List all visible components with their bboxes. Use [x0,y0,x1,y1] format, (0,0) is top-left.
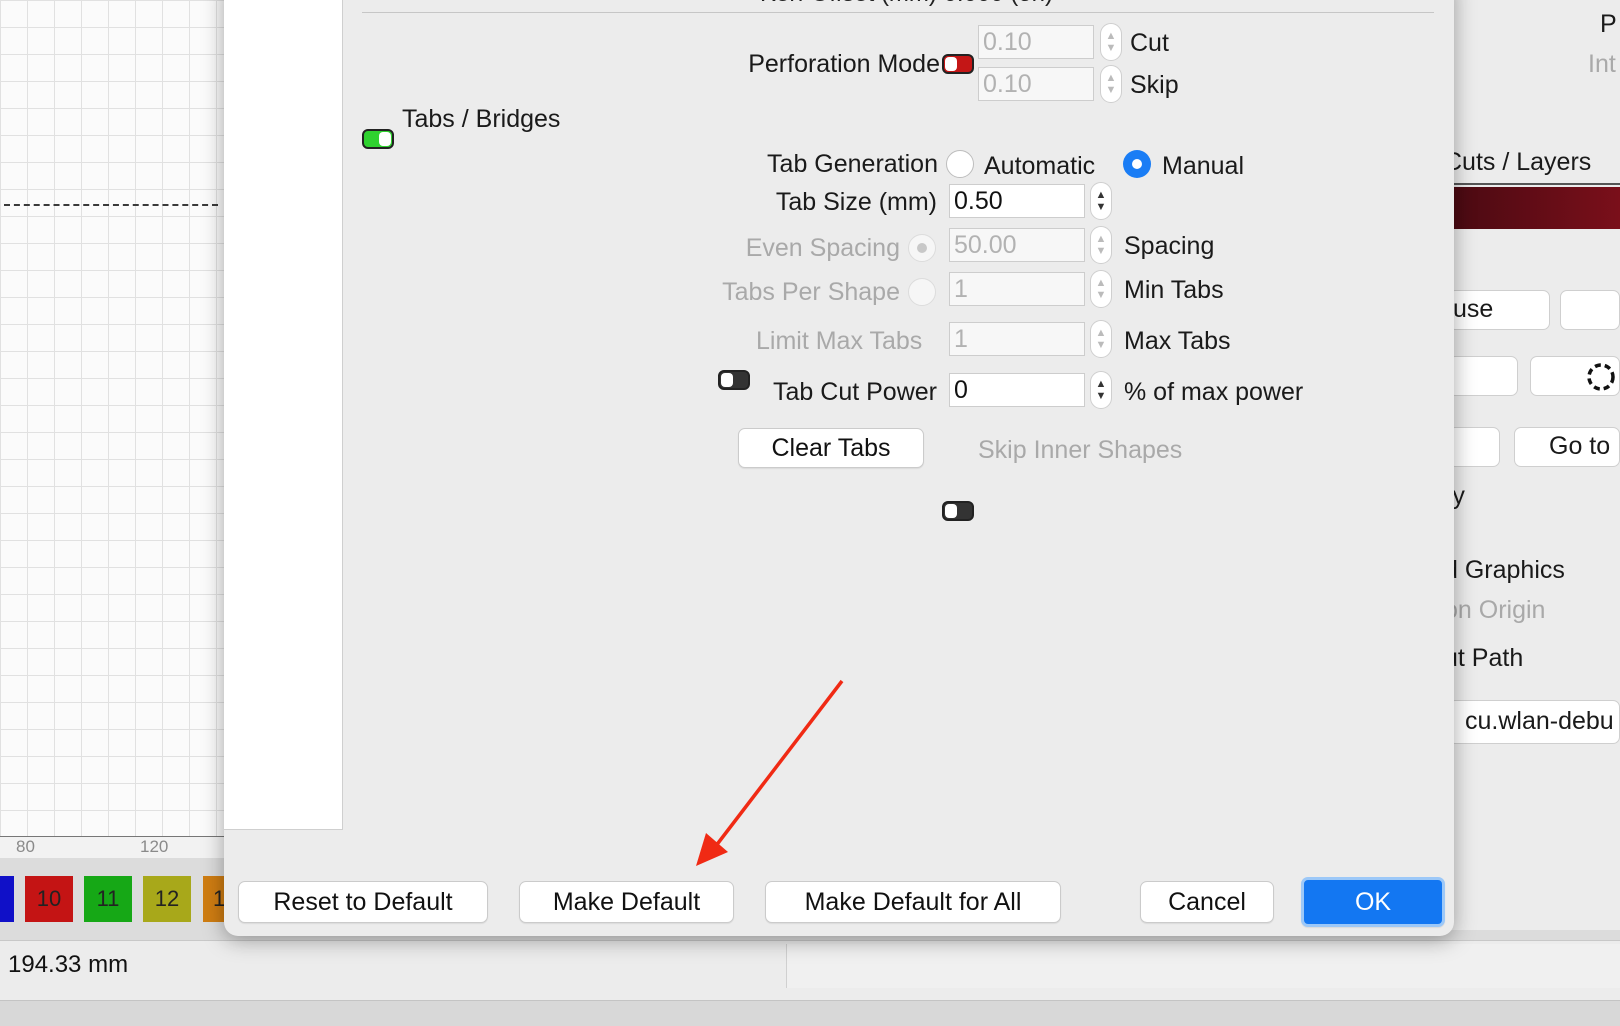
annotation-arrow-icon [696,679,844,866]
